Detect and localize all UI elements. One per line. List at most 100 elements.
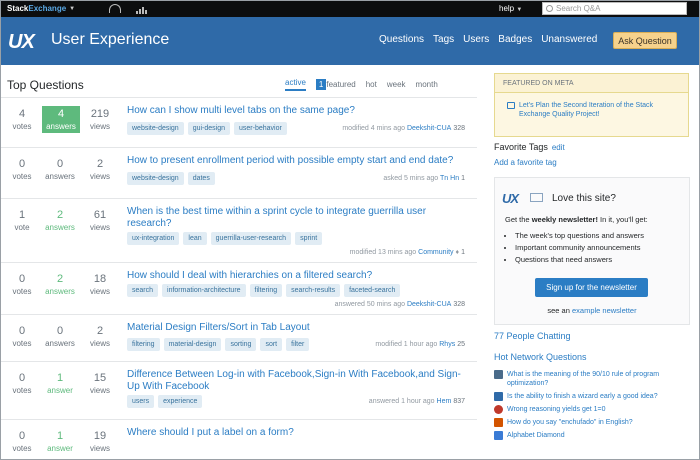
vote-count: 0 votes [12, 158, 32, 181]
tab-active[interactable]: active [285, 78, 306, 91]
newsletter-intro: Get the weekly newsletter! In it, you'll… [505, 215, 648, 224]
hot-network-item[interactable]: Alphabet Diamond [494, 431, 692, 440]
nav-questions[interactable]: Questions [379, 34, 424, 45]
question-title[interactable]: How can I show multi level tabs on the s… [127, 105, 467, 117]
tag[interactable]: dates [187, 172, 215, 185]
answer-count: 4 answers [42, 106, 80, 133]
math-icon [494, 405, 503, 414]
tag[interactable]: sort [260, 338, 283, 351]
page: Stack Exchange ▼ help ▼ Search Q&A UX Use… [0, 0, 700, 460]
edit-favorite-tags-link[interactable]: edit [552, 143, 565, 152]
question-tags: search information-architecture filterin… [127, 284, 401, 297]
help-menu[interactable]: help ▼ [499, 4, 522, 13]
codegolf-icon [494, 431, 503, 440]
question-title[interactable]: How should I deal with hierarchies on a … [127, 270, 467, 282]
nav-badges[interactable]: Badges [498, 34, 532, 45]
nav-users[interactable]: Users [463, 34, 489, 45]
main-content: Top Questions active 1 featured hot week… [1, 65, 479, 459]
vote-count: 0 votes [12, 325, 32, 348]
inbox-icon[interactable] [109, 4, 121, 13]
ask-question-button[interactable]: Ask Question [613, 32, 677, 49]
question-title[interactable]: When is the best time within a sprint cy… [127, 206, 467, 230]
add-favorite-tag-link[interactable]: Add a favorite tag [494, 158, 557, 167]
user-link[interactable]: Deekshit-CUA [407, 301, 451, 308]
featured-item[interactable]: Let's Plan the Second Iteration of the S… [495, 93, 688, 119]
newsletter-heading: Love this site? [552, 193, 616, 204]
hot-network-item[interactable]: Wrong reasoning yields get 1=0 [494, 405, 692, 414]
newsletter-bullet: Questions that need answers [515, 254, 644, 266]
tag[interactable]: filtering [249, 284, 283, 297]
tag[interactable]: faceted-search [344, 284, 401, 297]
user-link[interactable]: Community [418, 249, 453, 256]
nav-unanswered[interactable]: Unanswered [541, 34, 597, 45]
tag[interactable]: material-design [163, 338, 222, 351]
user-link[interactable]: Rhys [439, 341, 455, 348]
chevron-down-icon: ▼ [516, 7, 523, 13]
example-newsletter-link[interactable]: example newsletter [572, 306, 637, 315]
vote-count: 0 votes [12, 430, 32, 453]
tag[interactable]: information-architecture [162, 284, 246, 297]
tab-month[interactable]: month [416, 80, 438, 89]
question-meta: modified 1 hour ago Rhys 25 [375, 341, 465, 348]
hot-network-item[interactable]: What is the meaning of the 90/10 rule of… [494, 370, 692, 388]
sidebar: FEATURED ON META Let's Plan the Second I… [489, 65, 695, 459]
user-link[interactable]: Deekshit-CUA [407, 125, 451, 132]
answer-count: 1 answer [47, 430, 73, 453]
question-tags: users experience [127, 395, 203, 408]
tag[interactable]: filter [286, 338, 310, 351]
tag[interactable]: experience [158, 395, 203, 408]
question-meta: asked 5 mins ago Tn Hn 1 [383, 175, 465, 182]
tag[interactable]: filtering [127, 338, 160, 351]
newsletter-bullet: Important community announcements [515, 242, 644, 254]
vote-count: 0 votes [12, 273, 32, 296]
tag[interactable]: user-behavior [234, 122, 287, 135]
question-row: 0 votes 1 answer 19 views Where should I pu… [1, 419, 477, 459]
tab-hot[interactable]: hot [366, 80, 377, 89]
question-row: 0 votes 1 answer 15 views Difference Betwee… [1, 361, 477, 419]
tag[interactable]: guerrilla-user-research [210, 232, 292, 245]
hot-network-title[interactable]: Hot Network Questions [494, 352, 587, 362]
question-tags: filtering material-design sorting sort f… [127, 338, 310, 351]
user-link[interactable]: Tn Hn [440, 175, 459, 182]
tag[interactable]: sorting [225, 338, 257, 351]
tag[interactable]: search-results [286, 284, 341, 297]
tag[interactable]: sprint [295, 232, 323, 245]
stackexchange-menu[interactable]: Stack Exchange ▼ [7, 4, 75, 13]
tag[interactable]: lean [183, 232, 207, 245]
nav-tags[interactable]: Tags [433, 34, 454, 45]
hot-network-item[interactable]: How do you say "enchufado" in English? [494, 418, 692, 427]
view-count: 15 views [89, 372, 110, 395]
question-meta: answered 1 hour ago Hem 837 [368, 398, 465, 405]
question-meta: modified 4 mins ago Deekshit-CUA 328 [342, 125, 465, 132]
user-link[interactable]: Hem [437, 398, 452, 405]
tag[interactable]: website-design [127, 122, 184, 135]
view-count: 19 views [89, 430, 110, 453]
tag[interactable]: gui-design [187, 122, 231, 135]
question-title[interactable]: Material Design Filters/Sort in Tab Layo… [127, 322, 467, 334]
hot-network-item[interactable]: Is the ability to finish a wizard early … [494, 392, 692, 401]
chevron-down-icon: ▼ [69, 5, 76, 12]
tag[interactable]: search [127, 284, 159, 297]
question-title[interactable]: Where should I put a label on a form? [127, 427, 467, 439]
question-meta: answered 50 mins ago Deekshit-CUA 328 [334, 301, 465, 308]
people-chatting-link[interactable]: 77 People Chatting [494, 331, 571, 341]
achievements-icon[interactable] [136, 4, 148, 14]
featured-on-meta: FEATURED ON META Let's Plan the Second I… [494, 73, 689, 137]
tag[interactable]: ux-integration [127, 232, 180, 245]
newsletter-logo: UX [502, 191, 519, 206]
vote-count: 1 vote [14, 209, 30, 232]
question-title[interactable]: How to present enrollment period with po… [127, 155, 467, 167]
answer-count: 2 answers [45, 209, 75, 232]
tab-week[interactable]: week [387, 80, 406, 89]
site-name[interactable]: User Experience [51, 31, 169, 49]
tag[interactable]: users [127, 395, 155, 408]
search-placeholder: Search Q&A [556, 4, 601, 13]
newsletter-signup-button[interactable]: Sign up for the newsletter [535, 278, 648, 297]
site-nav: Questions Tags Users Badges Unanswered [379, 34, 597, 45]
question-title[interactable]: Difference Between Log-in with Facebook,… [127, 369, 467, 393]
site-logo[interactable]: UX [8, 31, 35, 54]
search-input[interactable]: Search Q&A [542, 2, 687, 15]
tag[interactable]: website-design [127, 172, 184, 185]
tab-featured[interactable]: featured [326, 80, 355, 89]
envelope-icon [530, 193, 543, 202]
